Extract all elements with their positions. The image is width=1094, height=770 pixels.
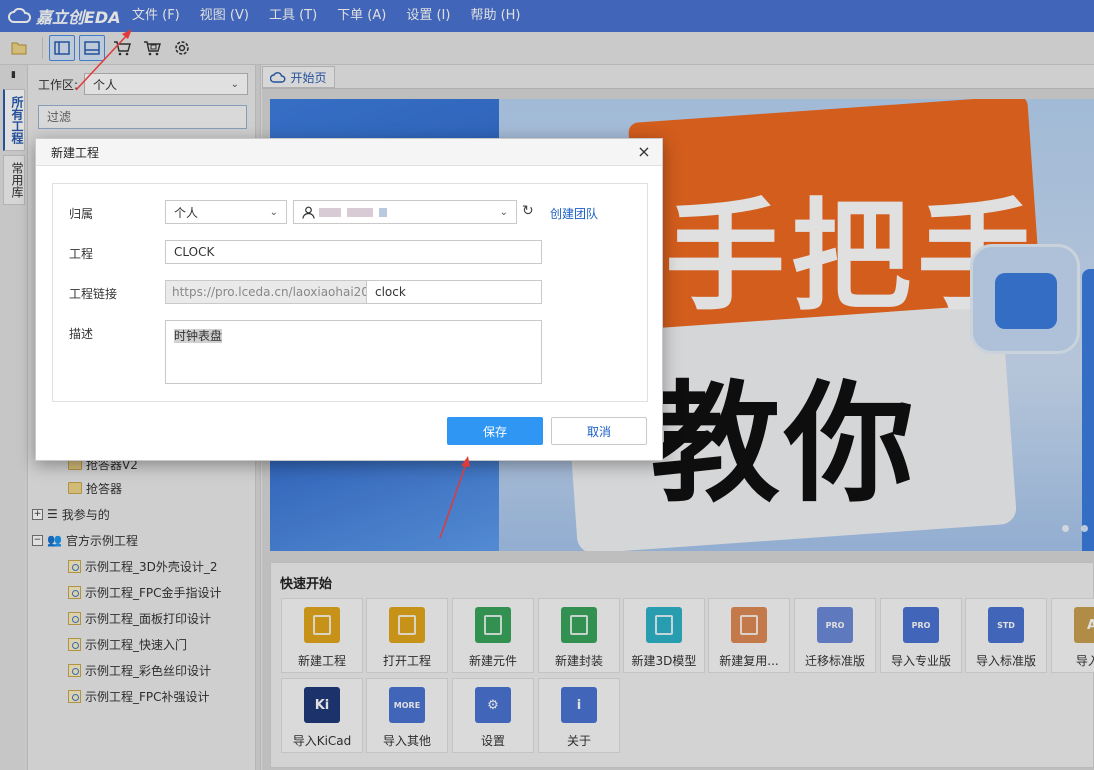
description-textarea[interactable]: 时钟表盘 [165, 320, 542, 384]
dialog-title: 新建工程 [36, 139, 662, 166]
chevron-down-icon: ⌄ [269, 206, 278, 218]
project-link-input[interactable]: clock [366, 280, 542, 304]
create-team-link[interactable]: 创建团队 [550, 205, 598, 222]
project-link-prefix: https://pro.lceda.cn/laoxiaohai2009/ [165, 280, 388, 304]
user-icon [302, 206, 393, 219]
save-button[interactable]: 保存 [447, 417, 543, 445]
close-icon[interactable]: × [636, 144, 652, 160]
chevron-down-icon: ⌄ [499, 206, 508, 218]
project-link-label: 工程链接 [69, 287, 118, 301]
cancel-button[interactable]: 取消 [551, 417, 647, 445]
project-name-label: 工程 [69, 247, 94, 261]
project-name-input[interactable]: CLOCK [165, 240, 542, 264]
refresh-icon[interactable]: ↻ [522, 203, 534, 219]
owner-label: 归属 [69, 207, 94, 221]
owner-account-select[interactable]: ⌄ [293, 200, 517, 224]
new-project-dialog: 新建工程 × 归属 个人 ⌄ ⌄ ↻ 创建团队 工程 CLOCK 工程链接 ht… [35, 138, 663, 461]
owner-type-select[interactable]: 个人 ⌄ [165, 200, 287, 224]
description-value: 时钟表盘 [174, 329, 223, 343]
description-label: 描述 [69, 327, 94, 341]
owner-type-value: 个人 [174, 205, 199, 220]
dialog-form: 归属 个人 ⌄ ⌄ ↻ 创建团队 工程 CLOCK 工程链接 https://p… [52, 183, 648, 402]
